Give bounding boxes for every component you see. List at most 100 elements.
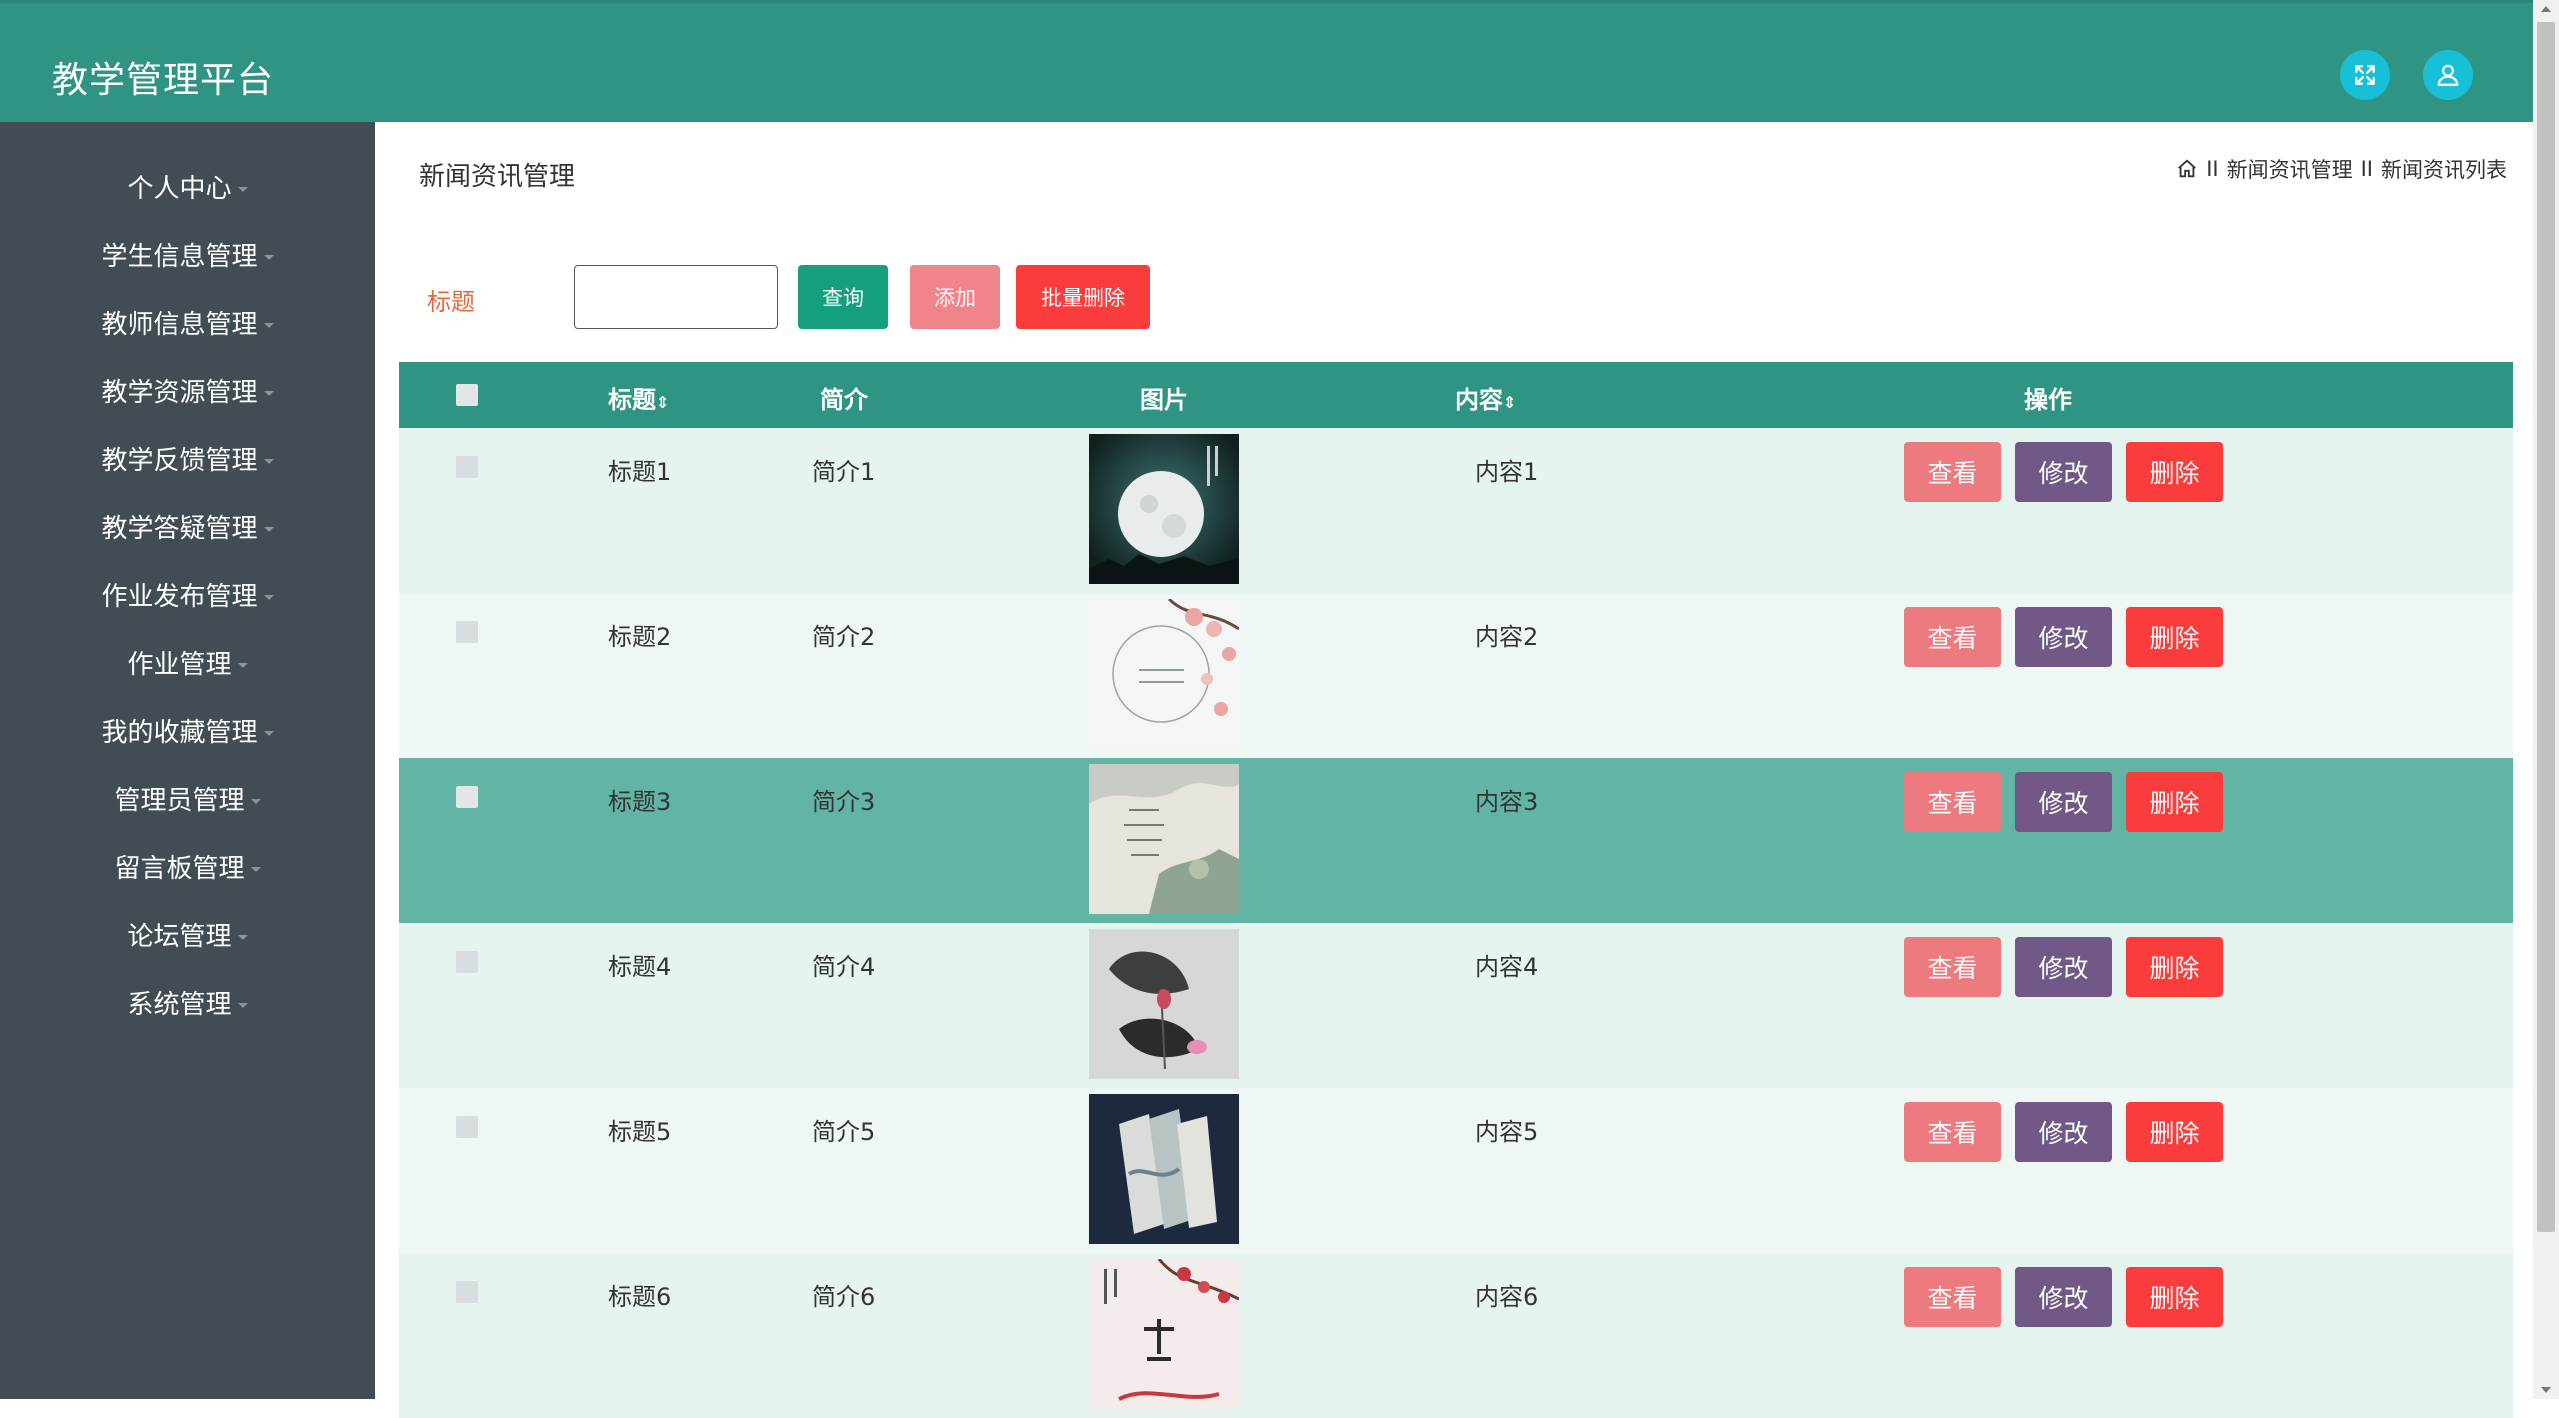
chevron-down-icon: [237, 662, 248, 668]
edit-button[interactable]: 修改: [2015, 442, 2112, 502]
scrollbar-thumb[interactable]: [2537, 22, 2555, 1232]
edit-button[interactable]: 修改: [2015, 1267, 2112, 1327]
row-intro: 简介4: [812, 953, 876, 981]
page-title: 新闻资讯管理: [419, 162, 576, 192]
sidebar-nav: 个人中心 学生信息管理 教师信息管理 教学资源管理 教学反馈管理 教学答疑管理 …: [0, 122, 375, 1399]
header-intro: 简介: [820, 386, 868, 414]
sidebar-item-teacher-info[interactable]: 教师信息管理: [0, 288, 375, 356]
edit-button[interactable]: 修改: [2015, 1102, 2112, 1162]
sidebar-item-homework[interactable]: 作业管理: [0, 628, 375, 696]
search-title-label: 标题: [427, 288, 475, 316]
chevron-down-icon: [263, 322, 274, 328]
scroll-down-icon[interactable]: [2541, 1387, 2551, 1393]
row-image: [1089, 1259, 1239, 1409]
delete-button[interactable]: 删除: [2126, 1267, 2223, 1327]
sidebar-item-student-info[interactable]: 学生信息管理: [0, 220, 375, 288]
row-checkbox[interactable]: [456, 951, 478, 973]
table-row: 标题3 简介3 内容3 查看 修改 删除: [399, 758, 2513, 923]
breadcrumb-separator: II: [2360, 157, 2373, 181]
row-title: 标题3: [608, 788, 672, 816]
header-image: 图片: [1140, 386, 1188, 414]
row-image: [1089, 1094, 1239, 1244]
view-button[interactable]: 查看: [1904, 1102, 2001, 1162]
sidebar-item-admin[interactable]: 管理员管理: [0, 764, 375, 832]
edit-button[interactable]: 修改: [2015, 772, 2112, 832]
sidebar-item-forum[interactable]: 论坛管理: [0, 900, 375, 968]
row-intro: 简介1: [812, 458, 876, 486]
delete-button[interactable]: 删除: [2126, 607, 2223, 667]
row-title: 标题5: [608, 1118, 672, 1146]
row-intro: 简介5: [812, 1118, 876, 1146]
edit-button[interactable]: 修改: [2015, 937, 2112, 997]
chevron-down-icon: [263, 526, 274, 532]
sidebar-item-teaching-qa[interactable]: 教学答疑管理: [0, 492, 375, 560]
table-row: 标题4 简介4 内容4 查看 修改 删除: [399, 923, 2513, 1088]
lotus-image-icon: [1089, 929, 1239, 1079]
floating-life-image-icon: [1089, 1259, 1239, 1409]
table-row: 标题6 简介6 内容6 查看 修改 删除: [399, 1253, 2513, 1418]
view-button[interactable]: 查看: [1904, 607, 2001, 667]
row-title: 标题1: [608, 458, 672, 486]
row-content: 内容2: [1475, 623, 1539, 651]
table-row: 标题5 简介5 内容5 查看 修改 删除: [399, 1088, 2513, 1253]
breadcrumb-separator: II: [2206, 157, 2219, 181]
sidebar-item-system[interactable]: 系统管理: [0, 968, 375, 1036]
sidebar-item-message-board[interactable]: 留言板管理: [0, 832, 375, 900]
chevron-down-icon: [263, 254, 274, 260]
query-button[interactable]: 查询: [798, 265, 888, 329]
chevron-down-icon: [237, 186, 248, 192]
table-row: 标题2 简介2 内容2 查看 修改 删除: [399, 593, 2513, 758]
sidebar-item-teaching-resources[interactable]: 教学资源管理: [0, 356, 375, 424]
chevron-down-icon: [263, 458, 274, 464]
delete-button[interactable]: 删除: [2126, 937, 2223, 997]
sort-icon: ⇕: [656, 393, 670, 412]
landscape-image-icon: [1089, 764, 1239, 914]
user-button[interactable]: [2423, 50, 2473, 100]
sidebar-item-homework-publish[interactable]: 作业发布管理: [0, 560, 375, 628]
view-button[interactable]: 查看: [1904, 937, 2001, 997]
row-intro: 简介3: [812, 788, 876, 816]
row-checkbox[interactable]: [456, 1281, 478, 1303]
row-content: 内容5: [1475, 1118, 1539, 1146]
row-checkbox[interactable]: [456, 786, 478, 808]
sidebar-item-personal-center[interactable]: 个人中心: [0, 152, 375, 220]
row-image: [1089, 434, 1239, 584]
page-scrollbar[interactable]: [2533, 0, 2559, 1399]
batch-delete-button[interactable]: 批量删除: [1016, 265, 1150, 329]
table-row: 标题1 简介1 内容1 查看 修改 删除: [399, 428, 2513, 593]
row-checkbox[interactable]: [456, 456, 478, 478]
title-search-input[interactable]: [574, 265, 778, 329]
brand-title: 教学管理平台: [52, 60, 275, 101]
delete-button[interactable]: 删除: [2126, 442, 2223, 502]
row-checkbox[interactable]: [456, 1116, 478, 1138]
chevron-down-icon: [263, 390, 274, 396]
breadcrumb-level2: 新闻资讯列表: [2381, 158, 2507, 182]
scroll-up-icon[interactable]: [2541, 6, 2551, 12]
header-title[interactable]: 标题⇕: [608, 380, 669, 415]
view-button[interactable]: 查看: [1904, 772, 2001, 832]
fullscreen-button[interactable]: [2340, 50, 2390, 100]
row-title: 标题2: [608, 623, 672, 651]
delete-button[interactable]: 删除: [2126, 772, 2223, 832]
row-checkbox[interactable]: [456, 621, 478, 643]
edit-button[interactable]: 修改: [2015, 607, 2112, 667]
sidebar-item-my-favorites[interactable]: 我的收藏管理: [0, 696, 375, 764]
breadcrumb: II 新闻资讯管理 II 新闻资讯列表: [2176, 154, 2507, 184]
fullscreen-icon: [2355, 65, 2375, 85]
blossom-image-icon: [1089, 599, 1239, 749]
delete-button[interactable]: 删除: [2126, 1102, 2223, 1162]
view-button[interactable]: 查看: [1904, 442, 2001, 502]
top-header: 教学管理平台: [0, 0, 2533, 122]
add-button[interactable]: 添加: [910, 265, 1000, 329]
chevron-down-icon: [250, 798, 261, 804]
chevron-down-icon: [237, 934, 248, 940]
home-icon[interactable]: [2176, 158, 2198, 180]
header-content[interactable]: 内容⇕: [1455, 380, 1516, 415]
row-content: 内容1: [1475, 458, 1539, 486]
row-image: [1089, 764, 1239, 914]
view-button[interactable]: 查看: [1904, 1267, 2001, 1327]
sidebar-item-teaching-feedback[interactable]: 教学反馈管理: [0, 424, 375, 492]
breadcrumb-level1[interactable]: 新闻资讯管理: [2227, 154, 2353, 184]
row-content: 内容6: [1475, 1283, 1539, 1311]
select-all-checkbox[interactable]: [456, 384, 478, 406]
